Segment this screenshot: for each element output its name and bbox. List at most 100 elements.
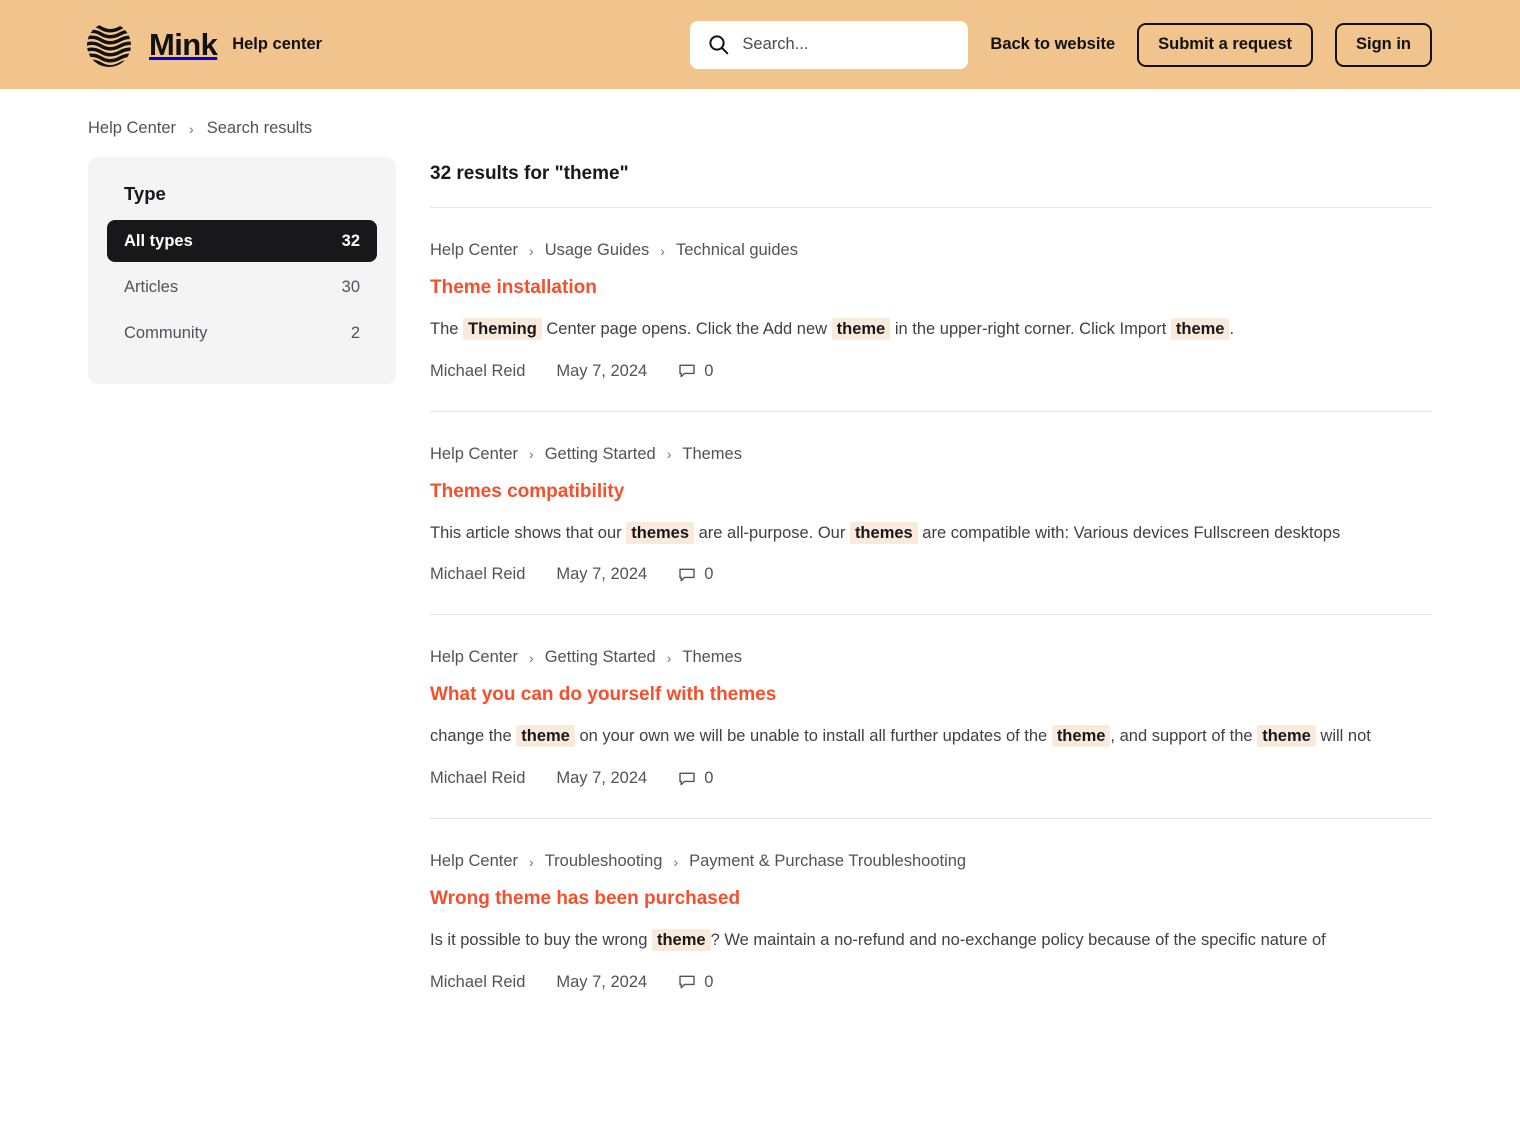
search-input[interactable] [742, 35, 951, 54]
snippet-highlight: theme [1170, 318, 1230, 340]
chevron-right-icon: › [660, 242, 665, 259]
brand-name: Mink [149, 27, 218, 62]
page-body: Help Center › Search results Type All ty… [0, 89, 1520, 1022]
result-snippet: change the theme on your own we will be … [430, 723, 1430, 750]
search-result-item: Help Center › Usage Guides › Technical guide… [430, 208, 1432, 412]
result-breadcrumb: Help Center › Getting Started › Themes [430, 445, 1432, 464]
result-date: May 7, 2024 [556, 361, 648, 380]
result-breadcrumb: Help Center › Usage Guides › Technical guide… [430, 241, 1432, 260]
header-actions: Back to website Submit a request Sign in [690, 20, 1432, 69]
comment-bubble-icon [678, 973, 696, 991]
sidebar-item-all-types[interactable]: All types 32 [107, 220, 377, 262]
search-box[interactable] [690, 20, 969, 69]
chevron-right-icon: › [673, 853, 679, 870]
snippet-text: on your own we will be unable to install… [574, 727, 1052, 746]
result-author: Michael Reid [430, 972, 526, 991]
brand-home-link[interactable]: Mink [86, 22, 218, 68]
breadcrumb-crumb[interactable]: Technical guides [676, 241, 798, 260]
result-meta: Michael Reid May 7, 2024 0 [430, 362, 1432, 381]
content-area: Type All types 32 Articles 30 Community … [88, 157, 1432, 1022]
sign-in-button[interactable]: Sign in [1335, 22, 1432, 67]
result-comment-count: 0 [678, 362, 713, 381]
result-snippet: This article shows that our themes are a… [430, 520, 1430, 547]
facet-label: All types [124, 231, 193, 250]
breadcrumb-crumb[interactable]: Troubleshooting [545, 852, 663, 871]
results-container: Help Center › Usage Guides › Technical guide… [430, 208, 1432, 1022]
search-result-item: Help Center › Getting Started › Themes Themes… [430, 412, 1432, 616]
breadcrumb-crumb[interactable]: Getting Started [545, 445, 656, 464]
breadcrumb-item-help-center[interactable]: Help Center [88, 119, 176, 138]
facet-count: 2 [350, 323, 360, 342]
chevron-right-icon: › [529, 446, 534, 463]
breadcrumb-crumb[interactable]: Themes [682, 648, 742, 667]
result-author: Michael Reid [430, 565, 526, 584]
snippet-highlight: theme [1257, 725, 1316, 748]
result-date: May 7, 2024 [556, 769, 648, 788]
result-breadcrumb: Help Center › Getting Started › Themes [430, 648, 1432, 667]
breadcrumb-crumb[interactable]: Help Center [430, 241, 518, 260]
help-center-label: Help center [232, 35, 323, 54]
breadcrumb-item-search-results: Search results [206, 119, 313, 137]
results-heading: 32 results for "theme" [430, 163, 1432, 208]
chevron-right-icon: › [529, 853, 534, 870]
search-result-item: Help Center › Getting Started › Themes What y… [430, 615, 1432, 820]
back-to-website-link[interactable]: Back to website [990, 36, 1115, 53]
submit-a-request-button[interactable]: Submit a request [1137, 22, 1313, 67]
comment-count-value: 0 [704, 769, 714, 788]
breadcrumb-crumb[interactable]: Usage Guides [545, 241, 650, 260]
result-comment-count: 0 [678, 565, 713, 584]
result-meta: Michael Reid May 7, 2024 0 [430, 769, 1432, 788]
search-icon [708, 34, 729, 55]
snippet-text: . [1229, 320, 1235, 338]
chevron-right-icon: › [529, 649, 534, 666]
snippet-highlight: Theming [463, 318, 542, 340]
result-author: Michael Reid [430, 769, 526, 788]
breadcrumb-crumb[interactable]: Getting Started [545, 648, 656, 667]
snippet-text: The [430, 320, 464, 338]
breadcrumb-crumb[interactable]: Help Center [430, 445, 518, 464]
snippet-highlight: theme [1051, 725, 1111, 748]
breadcrumb-crumb[interactable]: Payment & Purchase Troubleshooting [689, 852, 966, 871]
result-comment-count: 0 [678, 769, 713, 788]
result-title-link[interactable]: What you can do yourself with themes [430, 684, 776, 706]
filter-group-title: Type [124, 183, 166, 204]
snippet-highlight: themes [849, 521, 918, 544]
breadcrumb-crumb[interactable]: Help Center [430, 852, 518, 871]
snippet-highlight: themes [626, 521, 695, 544]
search-result-item: Help Center › Troubleshooting › Payment & Pu… [430, 819, 1432, 1022]
result-date: May 7, 2024 [556, 972, 648, 991]
snippet-text: change the [430, 727, 517, 746]
sidebar-item-articles[interactable]: Articles 30 [107, 266, 377, 308]
snippet-text: will not [1315, 727, 1371, 746]
snippet-text: , and support of the [1110, 727, 1258, 746]
snippet-text: This article shows that our [430, 523, 627, 542]
snippet-highlight: theme [516, 725, 575, 748]
comment-count-value: 0 [704, 361, 714, 380]
snippet-highlight: theme [831, 318, 891, 340]
snippet-text: Is it possible to buy the wrong [430, 931, 652, 950]
facet-label: Articles [124, 277, 179, 296]
filters-sidebar: Type All types 32 Articles 30 Community … [88, 157, 396, 384]
result-breadcrumb: Help Center › Troubleshooting › Payment & Pu… [430, 852, 1432, 871]
snippet-highlight: theme [651, 929, 711, 952]
site-header: Mink Help center Back to website Submit … [0, 0, 1520, 89]
result-comment-count: 0 [678, 973, 713, 992]
comment-count-value: 0 [704, 972, 714, 991]
result-title-link[interactable]: Wrong theme has been purchased [430, 888, 740, 910]
snippet-text: are compatible with: Various devices Ful… [917, 523, 1341, 542]
snippet-text: Center page opens. Click the Add new [541, 320, 832, 338]
facet-count: 30 [341, 277, 360, 296]
mink-wave-globe-logo-icon [86, 22, 132, 68]
chevron-right-icon: › [529, 242, 534, 259]
sidebar-item-community[interactable]: Community 2 [107, 312, 377, 354]
snippet-text: are all-purpose. Our [694, 523, 850, 542]
breadcrumb-crumb[interactable]: Themes [682, 445, 742, 464]
result-snippet: Is it possible to buy the wrong theme? W… [430, 927, 1430, 954]
breadcrumb-crumb[interactable]: Help Center [430, 648, 518, 667]
comment-bubble-icon [678, 566, 696, 584]
comment-bubble-icon [678, 362, 696, 380]
result-title-link[interactable]: Themes compatibility [430, 481, 624, 503]
comment-bubble-icon [678, 770, 696, 788]
result-title-link[interactable]: Theme installation [430, 277, 597, 299]
chevron-right-icon: › [189, 120, 194, 137]
